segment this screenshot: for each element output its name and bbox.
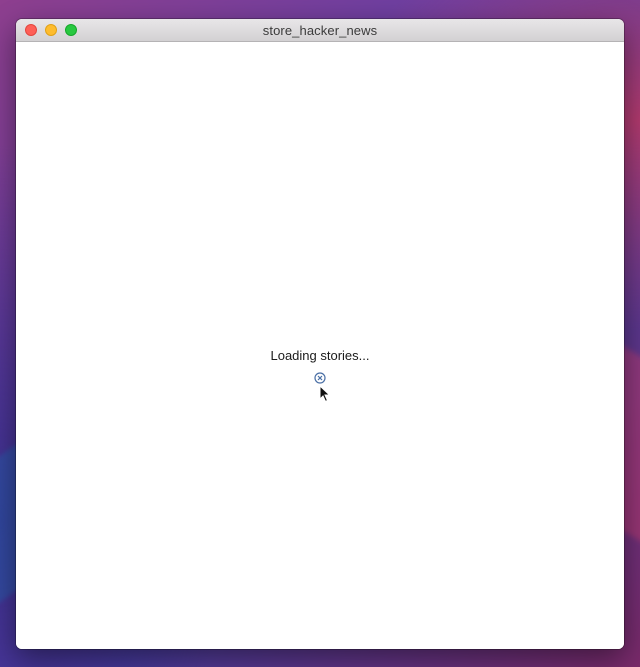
window-title: store_hacker_news (262, 22, 378, 38)
arrow-cursor-icon (319, 385, 331, 403)
title-bar[interactable]: store_hacker_news (16, 19, 624, 42)
main-content: Loading stories... (16, 42, 624, 649)
circle-x-icon (314, 372, 326, 384)
app-window: store_hacker_news Loading stories... (16, 19, 624, 649)
maximize-window-button[interactable] (65, 24, 77, 36)
close-window-button[interactable] (25, 24, 37, 36)
loading-message: Loading stories... (270, 348, 370, 363)
minimize-window-button[interactable] (45, 24, 57, 36)
window-controls (25, 24, 77, 36)
